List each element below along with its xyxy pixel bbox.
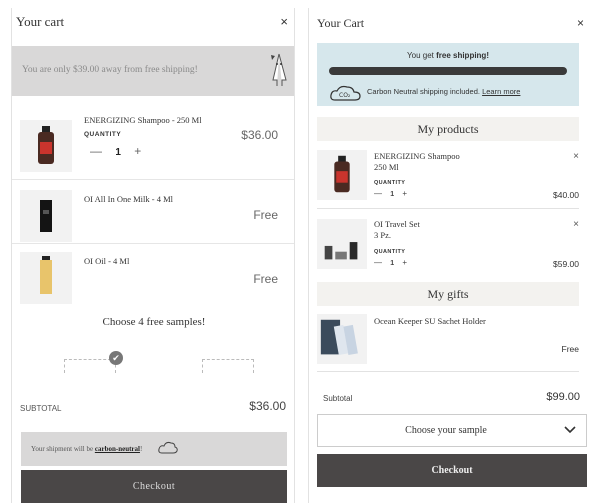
gift-item: Ocean Keeper SU Sachet Holder Free	[317, 310, 579, 372]
product-name: OI Travel Set 3 Pz.	[374, 219, 420, 240]
shipping-progress-bar	[329, 67, 567, 75]
left-shipping-banner: You are only $39.00 away from free shipp…	[12, 46, 294, 96]
ghost-illustration-icon	[271, 53, 287, 86]
checkmark-icon[interactable]: ✔	[109, 351, 123, 365]
left-carbon-banner: Your shipment will be carbon-neutral!	[21, 432, 287, 466]
my-products-title: My products	[317, 117, 579, 141]
left-close-icon[interactable]: ×	[280, 14, 288, 29]
left-item-name: ENERGIZING Shampoo - 250 Ml	[84, 115, 202, 125]
right-cart-title: Your Cart	[317, 16, 365, 30]
sample-slot[interactable]	[64, 359, 116, 373]
minus-icon[interactable]: —	[90, 144, 102, 158]
travel-set-thumbnail	[317, 219, 367, 269]
samples-title: Choose 4 free samples!	[102, 316, 206, 328]
plus-icon[interactable]: +	[402, 258, 407, 267]
plus-icon[interactable]: +	[134, 144, 141, 158]
product-item: OI Travel Set 3 Pz. QUANTITY — 1 + × $59.…	[317, 211, 579, 275]
quantity-label: QUANTITY	[84, 131, 122, 138]
product-price: $40.00	[553, 190, 579, 200]
quantity-label: QUANTITY	[374, 249, 406, 255]
sample-select-label: Choose your sample	[405, 425, 487, 436]
left-subtotal-label: SUBTOTAL	[20, 404, 62, 413]
chevron-down-icon	[564, 426, 576, 434]
left-item-name: OI All In One Milk - 4 Ml	[84, 194, 174, 204]
product-name: ENERGIZING Shampoo 250 Ml	[374, 151, 460, 172]
left-cart-item: ENERGIZING Shampoo - 250 Ml QUANTITY — 1…	[12, 108, 294, 180]
quantity-value: 1	[390, 260, 395, 267]
left-checkout-button[interactable]: Checkout	[21, 470, 287, 503]
carbon-line: CO₂ Carbon Neutral shipping included. Le…	[329, 84, 579, 101]
gift-price: Free	[561, 344, 579, 354]
carbon-message: Your shipment will be carbon-neutral!	[31, 445, 143, 453]
co2-cloud-icon: CO₂	[330, 85, 361, 101]
shampoo-bottle-icon	[38, 126, 54, 164]
left-cart-item: OI Oil - 4 Ml Free	[12, 246, 294, 308]
remove-item-icon[interactable]: ×	[573, 151, 579, 162]
right-shipping-banner: You get free shipping! CO₂ Carbon Neutra…	[317, 43, 579, 106]
sachet-holder-icon	[320, 319, 358, 356]
left-cart-header: Your cart ×	[12, 8, 294, 34]
quantity-value: 1	[390, 191, 395, 198]
right-close-icon[interactable]: ×	[577, 16, 584, 30]
left-item-name: OI Oil - 4 Ml	[84, 256, 130, 266]
milk-thumbnail	[20, 190, 72, 242]
choose-sample-dropdown[interactable]: Choose your sample	[317, 414, 587, 447]
remove-item-icon[interactable]: ×	[573, 219, 579, 230]
left-item-price: Free	[253, 208, 278, 222]
left-cart-panel: Your cart × You are only $39.00 away fro…	[11, 8, 295, 503]
shampoo-thumbnail	[20, 120, 72, 172]
right-checkout-button[interactable]: Checkout	[317, 454, 587, 487]
left-cart-item: OI All In One Milk - 4 Ml Free	[12, 182, 294, 244]
minus-icon[interactable]: —	[374, 258, 382, 267]
learn-more-link[interactable]: Learn more	[482, 87, 520, 96]
right-cart-panel: Your Cart × You get free shipping! CO₂ C…	[308, 8, 594, 503]
carbon-neutral-text: Carbon Neutral shipping included. Learn …	[367, 87, 521, 96]
gold-bottle-icon	[40, 256, 52, 294]
travel-set-icon	[324, 242, 358, 260]
quantity-stepper: — 1 +	[374, 189, 407, 198]
left-cart-title: Your cart	[16, 14, 65, 29]
product-item: ENERGIZING Shampoo 250 Ml QUANTITY — 1 + …	[317, 146, 579, 209]
left-item-price: $36.00	[241, 128, 278, 142]
top-strip	[0, 0, 594, 8]
quantity-stepper: — 1 +	[374, 258, 407, 267]
svg-text:CO₂: CO₂	[339, 92, 351, 99]
right-subtotal-label: Subtotal	[323, 394, 353, 403]
minus-icon[interactable]: —	[374, 189, 382, 198]
co2-cloud-icon	[158, 441, 178, 454]
my-gifts-title: My gifts	[317, 282, 579, 306]
gift-name: Ocean Keeper SU Sachet Holder	[374, 316, 486, 326]
left-item-price: Free	[253, 272, 278, 286]
product-price: $59.00	[553, 259, 579, 269]
sample-slot[interactable]	[202, 359, 254, 373]
plus-icon[interactable]: +	[402, 189, 407, 198]
oil-thumbnail	[20, 252, 72, 304]
left-shipping-message: You are only $39.00 away from free shipp…	[22, 65, 198, 75]
quantity-value: 1	[115, 147, 121, 158]
sachet-holder-thumbnail	[317, 314, 367, 364]
black-bottle-icon	[40, 200, 52, 232]
quantity-label: QUANTITY	[374, 180, 406, 186]
shampoo-thumbnail	[317, 150, 367, 200]
free-shipping-message: You get free shipping!	[407, 51, 489, 60]
left-subtotal-value: $36.00	[249, 399, 286, 413]
shampoo-bottle-icon	[334, 155, 350, 193]
right-subtotal-value: $99.00	[546, 391, 580, 403]
quantity-stepper: — 1 +	[90, 144, 141, 158]
carbon-neutral-link[interactable]: carbon-neutral	[95, 445, 140, 453]
